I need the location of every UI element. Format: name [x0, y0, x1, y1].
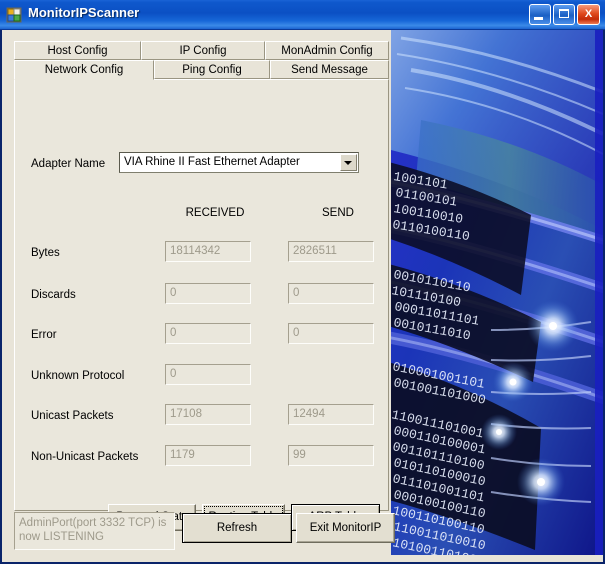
- minimize-button[interactable]: [529, 4, 551, 25]
- row-label-unicast-packets: Unicast Packets: [31, 410, 114, 422]
- chevron-down-icon[interactable]: [340, 154, 357, 171]
- row-label-discards: Discards: [31, 289, 76, 301]
- tab-monadmin-config[interactable]: MonAdmin Config: [265, 41, 389, 60]
- field-non-unicast-packets-send[interactable]: 99: [288, 445, 374, 466]
- field-discards-received-value: 0: [170, 287, 177, 299]
- field-unicast-packets-received-value: 17108: [170, 408, 202, 420]
- field-bytes-send[interactable]: 2826511: [288, 241, 374, 262]
- tab-ping-config[interactable]: Ping Config: [154, 60, 270, 79]
- adapter-name-value: VIA Rhine II Fast Ethernet Adapter: [124, 156, 300, 168]
- tab-send-message[interactable]: Send Message: [270, 60, 389, 79]
- field-discards-send-value: 0: [293, 287, 300, 299]
- adapter-name-label: Adapter Name: [31, 158, 106, 170]
- app-icon: [6, 7, 22, 23]
- admin-port-status-text: AdminPort(port 3332 TCP) is now LISTENIN…: [19, 517, 167, 543]
- window-title: MonitorIPScanner: [28, 5, 140, 20]
- column-header-send: SEND: [322, 207, 354, 219]
- field-unknown-protocol-received[interactable]: 0: [165, 364, 251, 385]
- field-unknown-protocol-received-value: 0: [170, 368, 177, 380]
- tab-ip-config[interactable]: IP Config: [141, 41, 265, 60]
- tab-network-config[interactable]: Network Config: [14, 60, 154, 80]
- close-button[interactable]: X: [577, 4, 600, 25]
- field-discards-send[interactable]: 0: [288, 283, 374, 304]
- column-header-received: RECEIVED: [185, 207, 245, 219]
- field-error-received-value: 0: [170, 327, 177, 339]
- close-icon: X: [584, 8, 593, 20]
- field-unicast-packets-send-value: 12494: [293, 408, 325, 420]
- adapter-name-dropdown[interactable]: VIA Rhine II Fast Ethernet Adapter: [119, 152, 359, 173]
- maximize-button[interactable]: [553, 4, 575, 25]
- decorative-network-image: 1001101 01100101 100110010 0110100110 00…: [391, 30, 603, 555]
- refresh-button[interactable]: Refresh: [182, 513, 292, 543]
- field-error-send[interactable]: 0: [288, 323, 374, 344]
- field-error-send-value: 0: [293, 327, 300, 339]
- application-window: MonitorIPScanner X 1001101 01100101 1001…: [0, 0, 605, 564]
- field-non-unicast-packets-received[interactable]: 1179: [165, 445, 251, 466]
- field-error-received[interactable]: 0: [165, 323, 251, 344]
- row-label-bytes: Bytes: [31, 247, 60, 259]
- client-area: 1001101 01100101 100110010 0110100110 00…: [2, 30, 603, 562]
- admin-port-status-box[interactable]: AdminPort(port 3332 TCP) is now LISTENIN…: [14, 512, 175, 550]
- maximize-icon: [559, 9, 569, 18]
- row-label-unknown-protocol: Unknown Protocol: [31, 370, 125, 382]
- title-bar: MonitorIPScanner X: [0, 0, 605, 30]
- field-unicast-packets-received[interactable]: 17108: [165, 404, 251, 425]
- field-discards-received[interactable]: 0: [165, 283, 251, 304]
- field-non-unicast-packets-received-value: 1179: [170, 449, 195, 461]
- field-bytes-received-value: 18114342: [170, 245, 221, 257]
- tab-control: Host Config IP Config MonAdmin Config Ne…: [14, 41, 389, 531]
- field-bytes-received[interactable]: 18114342: [165, 241, 251, 262]
- minimize-icon: [534, 17, 543, 20]
- exit-monitorip-button[interactable]: Exit MonitorIP: [296, 513, 395, 543]
- row-label-non-unicast-packets: Non-Unicast Packets: [31, 451, 139, 463]
- field-unicast-packets-send[interactable]: 12494: [288, 404, 374, 425]
- tab-panel-network-config: Adapter Name VIA Rhine II Fast Ethernet …: [14, 79, 389, 531]
- field-bytes-send-value: 2826511: [293, 245, 337, 257]
- row-label-error: Error: [31, 329, 57, 341]
- tab-host-config[interactable]: Host Config: [14, 41, 141, 60]
- field-non-unicast-packets-send-value: 99: [293, 449, 306, 461]
